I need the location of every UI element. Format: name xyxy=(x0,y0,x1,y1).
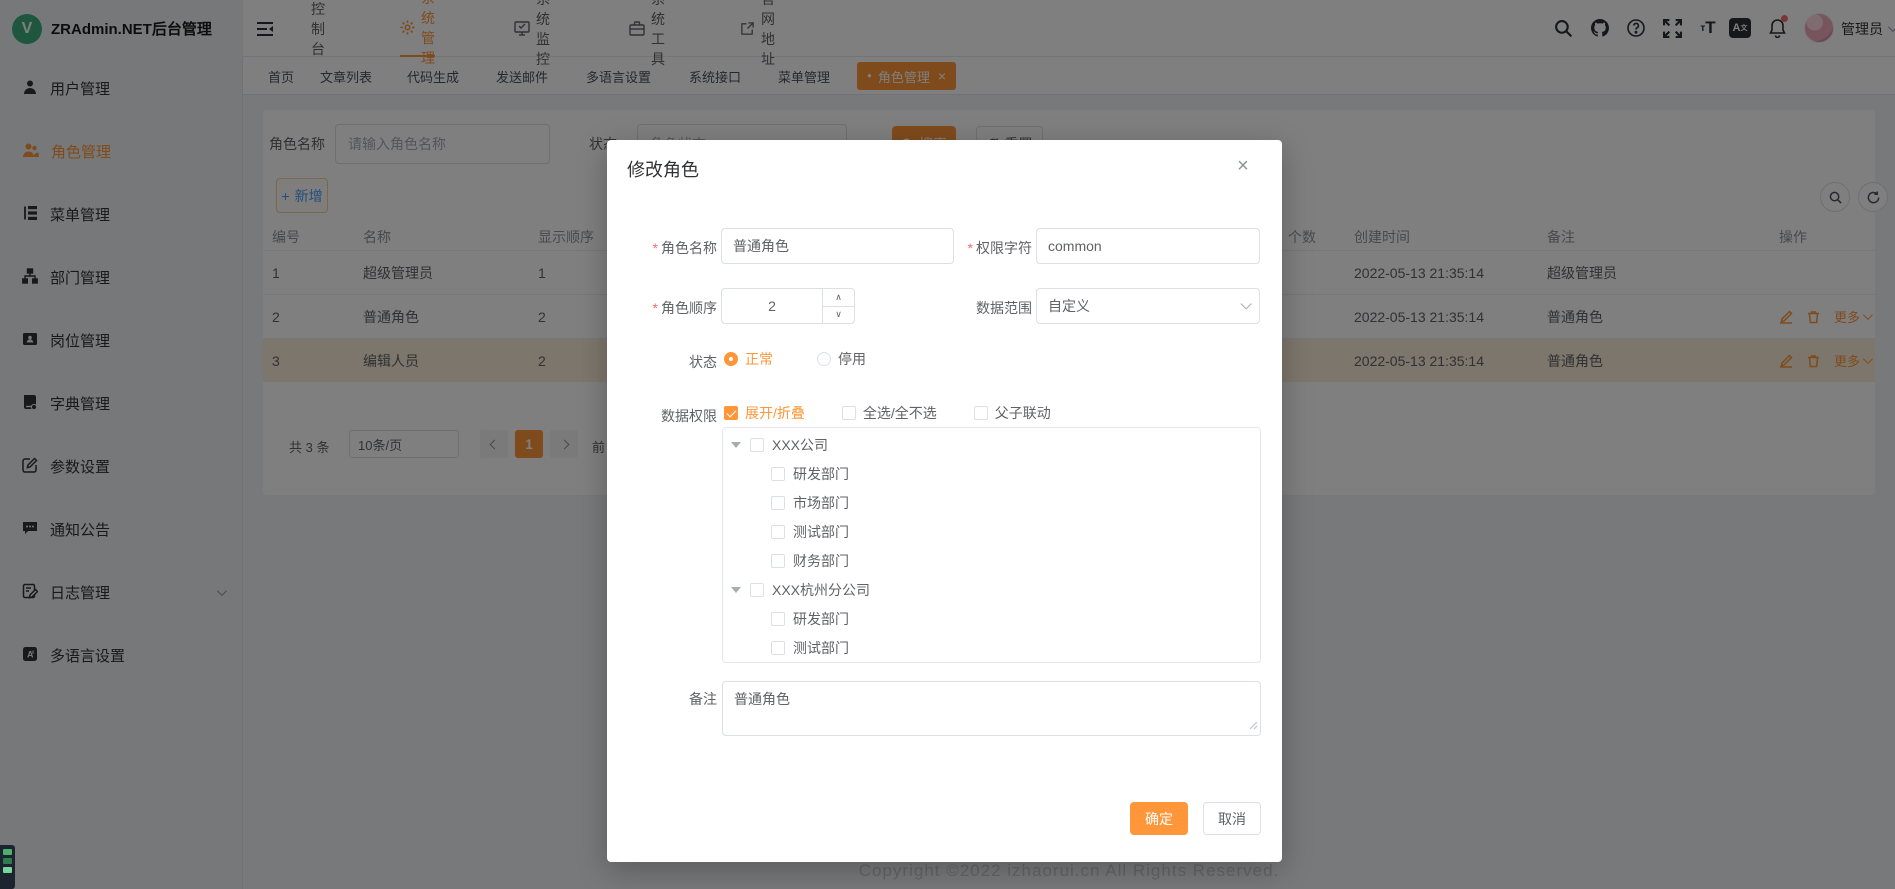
data-scope-select[interactable]: 自定义 xyxy=(1036,288,1260,324)
tree-expand-icon[interactable] xyxy=(731,587,741,593)
tree-checkbox[interactable] xyxy=(771,496,785,510)
radio-disabled[interactable] xyxy=(817,352,831,366)
tree-node-root[interactable]: XXX公司 xyxy=(723,430,1260,459)
tree-expand-icon[interactable] xyxy=(731,442,741,448)
remark-field-label: 备注 xyxy=(622,689,717,709)
tree-checkbox[interactable] xyxy=(750,583,764,597)
tree-checkbox[interactable] xyxy=(771,525,785,539)
tree-node[interactable]: 测试部门 xyxy=(723,517,1260,546)
dialog-title: 修改角色 xyxy=(627,156,699,182)
tree-node[interactable]: 研发部门 xyxy=(723,604,1260,633)
tree-checkbox[interactable] xyxy=(771,641,785,655)
role-order-field-label: *角色顺序 xyxy=(622,298,717,318)
role-key-field-label: *权限字符 xyxy=(937,238,1032,258)
cancel-button[interactable]: 取消 xyxy=(1203,802,1261,835)
remark-textarea[interactable]: 普通角色 xyxy=(722,681,1261,736)
tree-node[interactable]: 财务部门 xyxy=(723,546,1260,575)
confirm-button[interactable]: 确定 xyxy=(1130,802,1188,835)
perm-field-label: 数据权限 xyxy=(622,406,717,426)
checkbox-parent-child[interactable] xyxy=(974,406,988,420)
perm-checkbox-group: 展开/折叠 全选/全不选 父子联动 xyxy=(724,402,1051,424)
tree-node[interactable]: 测试部门 xyxy=(723,633,1260,662)
dialog-close-icon[interactable]: × xyxy=(1231,154,1255,178)
radio-normal[interactable] xyxy=(724,352,738,366)
tree-node[interactable]: 市场部门 xyxy=(723,488,1260,517)
checkbox-select-all[interactable] xyxy=(842,406,856,420)
chevron-down-icon xyxy=(1240,298,1251,309)
role-key-field[interactable]: common xyxy=(1036,228,1260,264)
permission-tree: XXX公司 研发部门 市场部门 测试部门 财务部门 XXX杭州分公司 xyxy=(722,427,1261,663)
tree-node-root[interactable]: XXX杭州分公司 xyxy=(723,575,1260,604)
edit-role-dialog: 修改角色 × *角色名称 普通角色 *权限字符 common *角色顺序 2 ∧… xyxy=(607,140,1282,862)
role-order-stepper[interactable]: 2 ∧ ∨ xyxy=(721,288,855,324)
system-tray-thumbnail[interactable] xyxy=(0,845,15,889)
stepper-up-button[interactable]: ∧ xyxy=(823,289,854,306)
tree-node[interactable]: 研发部门 xyxy=(723,459,1260,488)
checkbox-expand-collapse[interactable] xyxy=(724,406,738,420)
role-name-field[interactable]: 普通角色 xyxy=(721,228,954,264)
tree-checkbox[interactable] xyxy=(771,612,785,626)
tree-checkbox[interactable] xyxy=(750,438,764,452)
tree-checkbox[interactable] xyxy=(771,467,785,481)
status-field-label: 状态 xyxy=(622,352,717,372)
resize-grip-icon[interactable] xyxy=(1249,717,1258,733)
tree-checkbox[interactable] xyxy=(771,554,785,568)
status-radio-group: 正常 停用 xyxy=(724,348,866,370)
stepper-down-button[interactable]: ∨ xyxy=(823,306,854,324)
app-root: V ZRAdmin.NET后台管理 控制台 系统管理 系统监控 系统工具 xyxy=(0,0,1895,889)
data-scope-field-label: 数据范围 xyxy=(937,298,1032,318)
role-name-field-label: *角色名称 xyxy=(622,238,717,258)
